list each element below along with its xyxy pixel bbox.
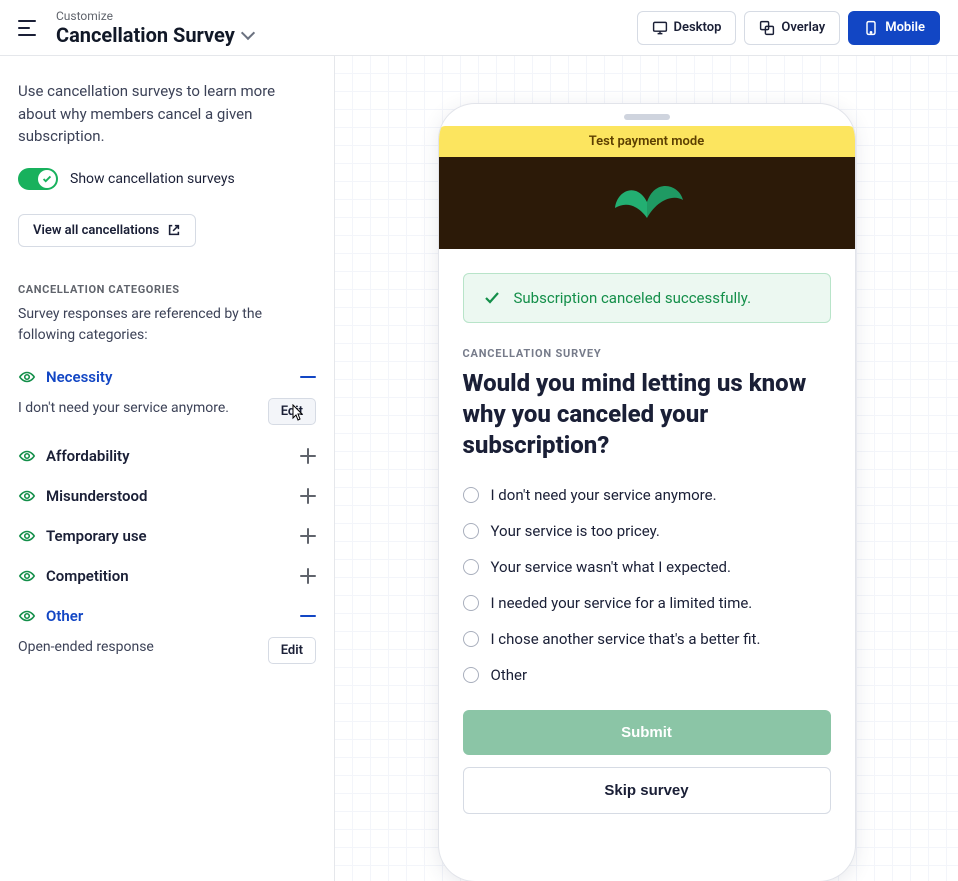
breadcrumb: Customize — [56, 9, 253, 23]
category-header[interactable]: Other — [18, 607, 316, 625]
eye-icon — [18, 368, 36, 386]
survey-question: Would you mind letting us know why you c… — [463, 368, 831, 462]
button-label: View all cancellations — [33, 223, 159, 238]
eye-icon — [18, 487, 36, 505]
tab-desktop[interactable]: Desktop — [637, 11, 737, 45]
mobile-icon — [863, 20, 879, 36]
brand-hero — [439, 157, 855, 249]
page-title-dropdown[interactable]: Cancellation Survey — [56, 23, 253, 47]
survey-label: CANCELLATION SURVEY — [463, 347, 831, 360]
overlay-icon — [759, 20, 775, 36]
categories-section-label: CANCELLATION CATEGORIES — [18, 283, 316, 296]
view-mode-tabs: Desktop Overlay Mobile — [637, 11, 940, 45]
phone-notch — [439, 104, 855, 126]
expand-icon — [300, 448, 316, 464]
category-other: Other Open-ended response Edit — [18, 607, 316, 664]
view-all-cancellations-button[interactable]: View all cancellations — [18, 214, 196, 247]
category-name: Necessity — [46, 368, 112, 386]
preview-canvas: Test payment mode Subscription canceled … — [335, 56, 958, 881]
tab-label: Desktop — [674, 20, 722, 35]
leaf-logo-icon — [607, 176, 687, 230]
cursor-icon — [290, 404, 306, 422]
category-name: Temporary use — [46, 527, 147, 545]
desktop-icon — [652, 20, 668, 36]
page-title: Cancellation Survey — [56, 23, 235, 47]
eye-icon — [18, 527, 36, 545]
survey-option[interactable]: Your service is too pricey. — [463, 522, 831, 540]
success-alert: Subscription canceled successfully. — [463, 273, 831, 323]
page-title-block: Customize Cancellation Survey — [56, 9, 253, 47]
collapse-icon — [300, 376, 316, 378]
category-name: Affordability — [46, 447, 130, 465]
mobile-preview-frame: Test payment mode Subscription canceled … — [439, 104, 855, 881]
radio-icon — [463, 595, 479, 611]
survey-option[interactable]: I chose another service that's a better … — [463, 630, 831, 648]
option-label: Your service is too pricey. — [491, 522, 660, 540]
category-name: Other — [46, 607, 83, 625]
eye-icon — [18, 447, 36, 465]
category-name: Misunderstood — [46, 487, 147, 505]
radio-icon — [463, 667, 479, 683]
edit-category-button[interactable]: Edit — [268, 637, 316, 664]
eye-icon — [18, 567, 36, 585]
intro-text: Use cancellation surveys to learn more a… — [18, 80, 316, 148]
alert-text: Subscription canceled successfully. — [514, 289, 752, 307]
tab-label: Mobile — [885, 20, 925, 35]
radio-icon — [463, 523, 479, 539]
option-label: I needed your service for a limited time… — [491, 594, 753, 612]
tab-mobile[interactable]: Mobile — [848, 11, 940, 45]
category-header[interactable]: Misunderstood — [18, 487, 316, 505]
category-header[interactable]: Necessity — [18, 368, 316, 386]
survey-option[interactable]: I needed your service for a limited time… — [463, 594, 831, 612]
radio-icon — [463, 559, 479, 575]
category-name: Competition — [46, 567, 129, 585]
chevron-down-icon — [241, 25, 255, 39]
survey-option[interactable]: I don't need your service anymore. — [463, 486, 831, 504]
menu-icon[interactable] — [18, 18, 38, 38]
check-icon — [38, 170, 56, 188]
show-surveys-toggle[interactable] — [18, 168, 58, 190]
option-label: I don't need your service anymore. — [491, 486, 717, 504]
survey-options: I don't need your service anymore. Your … — [463, 486, 831, 684]
category-temporary-use: Temporary use — [18, 527, 316, 545]
tab-overlay[interactable]: Overlay — [744, 11, 840, 45]
option-label: Your service wasn't what I expected. — [491, 558, 731, 576]
show-surveys-toggle-row: Show cancellation surveys — [18, 168, 316, 190]
category-header[interactable]: Competition — [18, 567, 316, 585]
option-label: I chose another service that's a better … — [491, 630, 761, 648]
survey-option[interactable]: Your service wasn't what I expected. — [463, 558, 831, 576]
category-competition: Competition — [18, 567, 316, 585]
submit-button[interactable]: Submit — [463, 710, 831, 755]
radio-icon — [463, 487, 479, 503]
external-link-icon — [167, 223, 181, 237]
category-header[interactable]: Temporary use — [18, 527, 316, 545]
radio-icon — [463, 631, 479, 647]
category-text: Open-ended response — [18, 637, 260, 658]
categories-section-desc: Survey responses are referenced by the f… — [18, 304, 316, 346]
category-header[interactable]: Affordability — [18, 447, 316, 465]
category-necessity: Necessity I don't need your service anym… — [18, 368, 316, 425]
collapse-icon — [300, 615, 316, 617]
toggle-label: Show cancellation surveys — [70, 171, 235, 187]
eye-icon — [18, 607, 36, 625]
option-label: Other — [491, 666, 528, 684]
expand-icon — [300, 528, 316, 544]
app-header: Customize Cancellation Survey Desktop Ov… — [0, 0, 958, 56]
category-body: Open-ended response Edit — [18, 637, 316, 664]
category-text: I don't need your service anymore. — [18, 398, 260, 419]
tab-label: Overlay — [781, 20, 825, 35]
test-mode-banner: Test payment mode — [439, 126, 855, 157]
expand-icon — [300, 488, 316, 504]
category-body: I don't need your service anymore. Edit — [18, 398, 316, 425]
skip-survey-button[interactable]: Skip survey — [463, 767, 831, 814]
category-affordability: Affordability — [18, 447, 316, 465]
survey-option[interactable]: Other — [463, 666, 831, 684]
category-misunderstood: Misunderstood — [18, 487, 316, 505]
settings-sidebar: Use cancellation surveys to learn more a… — [0, 56, 335, 881]
expand-icon — [300, 568, 316, 584]
check-icon — [482, 288, 502, 308]
